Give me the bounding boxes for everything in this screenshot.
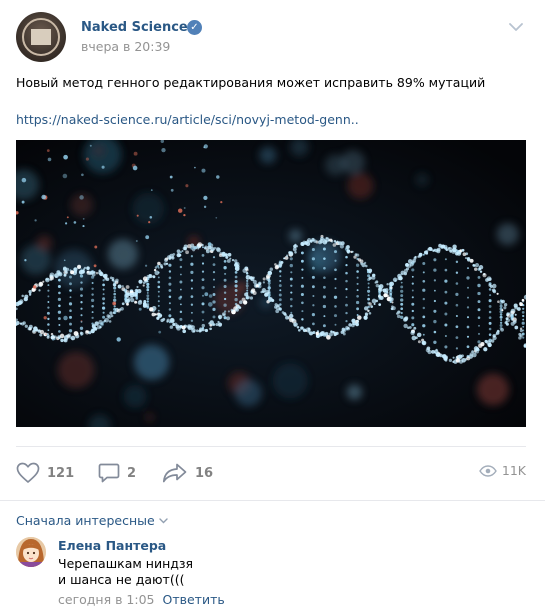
comment-icon <box>98 463 120 483</box>
post-actions: 121 2 16 11K <box>16 446 526 500</box>
comment-button[interactable]: 2 <box>98 463 136 483</box>
comment-time[interactable]: сегодня в 1:05 <box>58 592 155 607</box>
post-author[interactable]: Naked Science <box>81 20 188 35</box>
chevron-down-icon <box>159 517 168 523</box>
community-avatar[interactable] <box>16 12 66 62</box>
comment-author[interactable]: Елена Пантера <box>58 538 166 553</box>
comment-line-1: Черепашкам ниндзя <box>58 556 194 571</box>
commenter-avatar-image <box>16 537 46 567</box>
share-count: 16 <box>195 465 214 481</box>
views-counter: 11K <box>479 463 526 478</box>
views-count: 11K <box>501 463 526 478</box>
share-button[interactable]: 16 <box>162 463 213 483</box>
post-time[interactable]: вчера в 20:39 <box>81 39 170 54</box>
chevron-down-icon[interactable] <box>509 20 523 34</box>
like-count: 121 <box>47 465 75 481</box>
verified-icon: ✓ <box>187 20 202 35</box>
avatar[interactable] <box>16 537 46 567</box>
reply-button[interactable]: Ответить <box>162 592 224 607</box>
post-text: Новый метод генного редактирования может… <box>16 75 486 90</box>
avatar-emblem <box>31 29 51 45</box>
comments-sort[interactable]: Сначала интересные <box>16 513 168 528</box>
comment-text: Черепашкам ниндзя и шанса не дают((( <box>58 556 193 588</box>
comment-line-2: и шанса не дают((( <box>58 572 185 587</box>
heart-icon <box>16 462 40 483</box>
like-button[interactable]: 121 <box>16 462 75 483</box>
eye-icon <box>479 464 497 477</box>
dna-helix-image <box>16 140 526 427</box>
share-icon <box>162 463 187 483</box>
comment-meta: сегодня в 1:05 Ответить <box>58 592 225 607</box>
comment-count: 2 <box>127 465 137 481</box>
comments-divider <box>0 500 545 501</box>
post-header: Naked Science ✓ вчера в 20:39 <box>16 12 529 64</box>
post-link[interactable]: https://naked-science.ru/article/sci/nov… <box>16 112 359 127</box>
comments-sort-label: Сначала интересные <box>16 513 155 528</box>
post-image[interactable] <box>16 140 526 427</box>
